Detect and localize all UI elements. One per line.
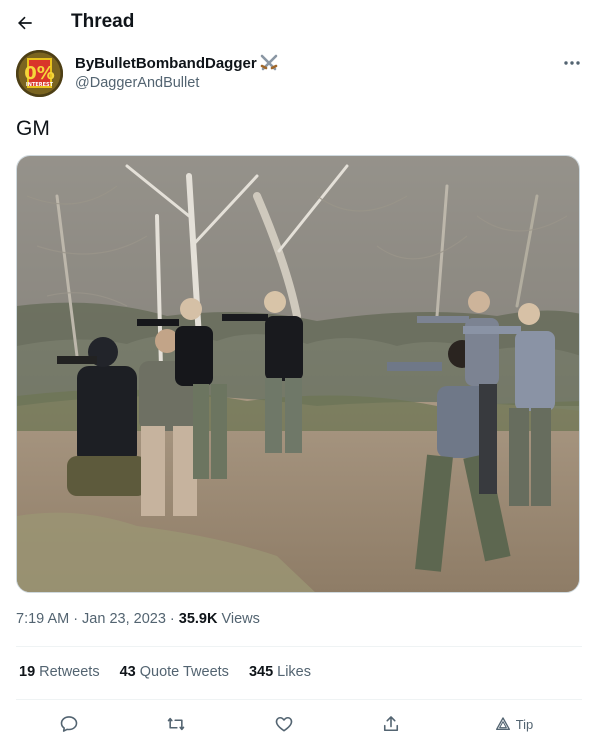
back-button[interactable] xyxy=(10,8,40,38)
page-title: Thread xyxy=(71,11,135,32)
tip-button[interactable]: Tip xyxy=(490,710,538,738)
reply-icon xyxy=(60,716,78,732)
photo-image xyxy=(17,156,579,592)
tweet-meta: 7:19 AM · Jan 23, 2023 · 35.9K Views xyxy=(16,611,260,627)
more-options-button[interactable] xyxy=(560,54,584,72)
retweet-button[interactable] xyxy=(162,710,190,738)
tweet-date[interactable]: Jan 23, 2023 xyxy=(82,611,166,627)
author-display-name[interactable]: ByBulletBombandDagger xyxy=(75,54,279,72)
more-icon xyxy=(564,61,580,65)
reply-button[interactable] xyxy=(55,710,83,738)
tweet-text: GM xyxy=(16,117,50,140)
display-name-text: ByBulletBombandDagger xyxy=(75,54,257,72)
meta-separator: · xyxy=(169,611,175,627)
share-icon xyxy=(383,716,399,732)
quotes-label: Quote Tweets xyxy=(139,664,229,680)
arrow-left-icon xyxy=(18,16,32,30)
avatar-subtext: INTEREST xyxy=(26,82,54,88)
tweet-photo[interactable] xyxy=(16,155,580,593)
likes-stat[interactable]: 345 Likes xyxy=(249,664,311,680)
meta-separator: · xyxy=(73,611,79,627)
retweets-count: 19 xyxy=(19,664,36,680)
avatar[interactable]: 0% INTEREST xyxy=(16,50,63,97)
likes-count: 345 xyxy=(248,664,274,680)
avatar-text: 0% xyxy=(24,63,55,84)
author-handle[interactable]: @DaggerAndBullet xyxy=(75,75,199,91)
crossed-swords-icon xyxy=(260,54,277,71)
divider xyxy=(16,646,582,647)
views-count: 35.9K xyxy=(178,611,218,627)
heart-icon xyxy=(275,716,293,732)
quotes-count: 43 xyxy=(119,664,136,680)
likes-label: Likes xyxy=(277,664,311,680)
retweet-icon xyxy=(167,717,185,731)
like-button[interactable] xyxy=(270,710,298,738)
tweet-stats: 19 Retweets 43 Quote Tweets 345 Likes xyxy=(19,664,311,680)
tip-icon xyxy=(495,717,510,730)
tweet-actions: Tip xyxy=(0,708,599,740)
tweet-time[interactable]: 7:19 AM xyxy=(16,611,69,627)
avatar-image: 0% INTEREST xyxy=(16,50,63,97)
divider xyxy=(16,699,582,700)
thread-header: Thread xyxy=(0,0,599,44)
retweets-stat[interactable]: 19 Retweets xyxy=(19,664,100,680)
tip-label: Tip xyxy=(515,716,534,732)
quote-tweets-stat[interactable]: 43 Quote Tweets xyxy=(120,664,229,680)
retweets-label: Retweets xyxy=(39,664,100,680)
share-button[interactable] xyxy=(377,710,405,738)
views-label: Views xyxy=(221,611,260,627)
